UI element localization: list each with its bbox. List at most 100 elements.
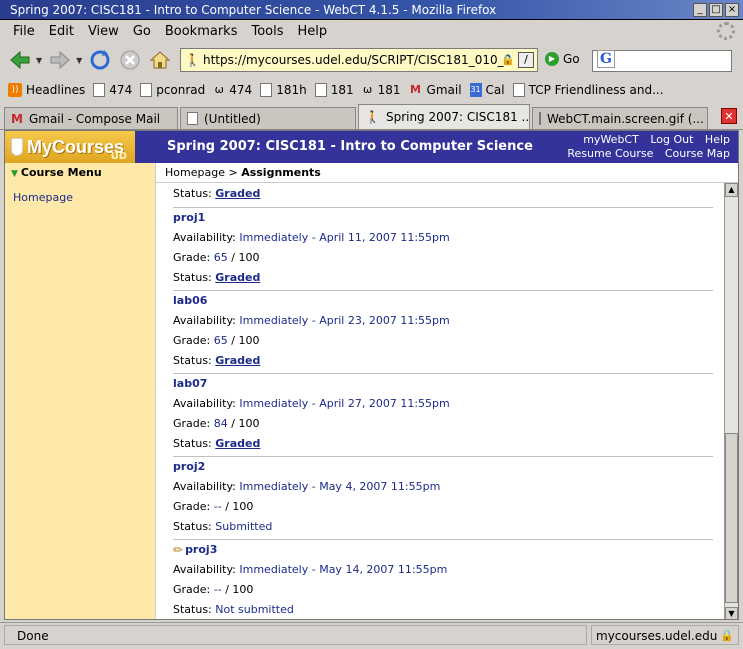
tab-gmail-compose[interactable]: M Gmail - Compose Mail	[4, 107, 178, 129]
menu-help[interactable]: Help	[291, 24, 335, 39]
menu-view[interactable]: View	[81, 24, 126, 39]
scroll-up-button[interactable]: ▲	[725, 183, 738, 197]
assignment-item: ✏ proj3 Availability: Immediately - May 1…	[173, 540, 713, 619]
tab-webct-screen-gif[interactable]: WebCT.main.screen.gif (...	[532, 107, 708, 129]
mycourses-logo[interactable]: MyCourses UD	[5, 131, 135, 163]
throbber-icon	[717, 22, 735, 40]
search-input[interactable]: G	[592, 50, 732, 72]
menu-bookmarks[interactable]: Bookmarks	[158, 24, 245, 39]
link-log-out[interactable]: Log Out	[650, 133, 693, 146]
link-resume-course[interactable]: Resume Course	[567, 147, 653, 160]
close-tab-button[interactable]: ✕	[721, 108, 737, 124]
minimize-button[interactable]: _	[693, 3, 707, 17]
back-history-dropdown[interactable]: ▼	[36, 56, 42, 65]
bookmark-474[interactable]: 474	[93, 83, 132, 97]
bookmark-tcp-friendliness[interactable]: TCP Friendliness and...	[512, 83, 664, 97]
breadcrumb: Homepage > Assignments	[165, 163, 321, 183]
forward-history-dropdown[interactable]: ▼	[76, 56, 82, 65]
forward-arrow-icon	[50, 50, 70, 70]
lock-icon: 🔒	[501, 53, 515, 66]
assignment-item: lab07 Availability: Immediately - April …	[173, 374, 713, 457]
link-help[interactable]: Help	[705, 133, 730, 146]
gmail-icon: M	[11, 111, 23, 126]
gmail-icon: M	[410, 83, 421, 96]
menu-go[interactable]: Go	[126, 24, 158, 39]
image-icon	[539, 112, 541, 125]
breadcrumb-homepage[interactable]: Homepage	[165, 166, 225, 179]
reload-button[interactable]	[86, 46, 114, 74]
assignment-item: proj2 Availability: Immediately - May 4,…	[173, 457, 713, 540]
stop-button[interactable]	[116, 46, 144, 74]
course-title: Spring 2007: CISC181 - Intro to Computer…	[167, 139, 533, 154]
page-icon	[93, 83, 106, 97]
url-text: https://mycourses.udel.edu/SCRIPT/CISC18…	[203, 53, 512, 67]
menu-file[interactable]: File	[6, 24, 42, 39]
bookmark-181[interactable]: 181	[314, 83, 354, 97]
calendar-icon: 31	[469, 83, 482, 97]
window-title: Spring 2007: CISC181 - Intro to Computer…	[10, 3, 497, 17]
close-window-button[interactable]: ×	[725, 3, 739, 17]
go-arrow-icon: ▶	[545, 52, 559, 66]
tab-untitled[interactable]: (Untitled)	[180, 107, 356, 129]
status-link[interactable]: Graded	[215, 271, 260, 284]
assignment-title[interactable]: lab07	[173, 374, 713, 394]
url-dropdown-button[interactable]: /	[518, 52, 534, 68]
back-button[interactable]	[6, 46, 34, 74]
maximize-button[interactable]: □	[709, 3, 723, 17]
status-link[interactable]: Graded	[215, 187, 260, 200]
site-icon: 🚶	[185, 53, 200, 67]
status-text: Submitted	[215, 520, 273, 533]
triangle-down-icon: ▼	[11, 169, 18, 179]
ud-shield-icon	[11, 138, 23, 156]
scroll-thumb[interactable]	[725, 433, 738, 603]
window-title-bar: Spring 2007: CISC181 - Intro to Computer…	[0, 0, 743, 20]
header-links: myWebCT Log Out Help Resume Course Cours…	[559, 133, 730, 161]
menu-bar: File Edit View Go Bookmarks Tools Help	[0, 20, 743, 42]
tab-cisc181[interactable]: 🚶 Spring 2007: CISC181 ...	[358, 104, 530, 129]
vertical-scrollbar[interactable]: ▲ ▼	[724, 183, 738, 619]
link-mywebct[interactable]: myWebCT	[583, 133, 639, 146]
assignment-item: lab06 Availability: Immediately - April …	[173, 291, 713, 374]
lock-icon[interactable]: 🔒	[720, 626, 734, 646]
assignment-partial: Status: Graded	[173, 183, 713, 208]
home-icon	[149, 51, 171, 69]
bookmark-pconrad[interactable]: pconrad	[140, 83, 205, 97]
url-bar[interactable]: 🚶 https://mycourses.udel.edu/SCRIPT/CISC…	[180, 48, 538, 72]
bookmark-474-webct[interactable]: ω 474	[213, 83, 253, 97]
status-link[interactable]: Graded	[215, 354, 260, 367]
bookmark-gmail[interactable]: M Gmail	[409, 83, 462, 97]
scroll-down-button[interactable]: ▼	[725, 607, 738, 619]
link-course-map[interactable]: Course Map	[665, 147, 730, 160]
bookmarks-toolbar: )) Headlines 474 pconrad ω 474 181h 181 ω1…	[0, 78, 743, 102]
menu-tools[interactable]: Tools	[244, 24, 290, 39]
status-bar: Done mycourses.udel.edu 🔒	[0, 622, 743, 646]
page-icon	[140, 83, 153, 97]
assignment-title[interactable]: proj2	[173, 457, 713, 477]
webct-icon: ω	[363, 83, 373, 96]
go-label: Go	[563, 52, 580, 66]
status-text: Not submitted	[215, 603, 294, 616]
assignment-item: proj1 Availability: Immediately - April …	[173, 208, 713, 291]
status-host: mycourses.udel.edu 🔒	[591, 624, 739, 646]
forward-button[interactable]	[46, 46, 74, 74]
bookmark-181-webct[interactable]: ω 181	[362, 83, 401, 97]
breadcrumb-bar: ▼ Course Menu Homepage > Assignments	[5, 163, 738, 183]
assignment-title[interactable]: proj1	[173, 208, 713, 228]
navigation-toolbar: ▼ ▼ 🚶 https://mycourses.udel.edu/SCRIPT/…	[0, 42, 743, 78]
go-button[interactable]: ▶ Go	[545, 52, 580, 66]
reload-icon	[90, 50, 110, 70]
assignment-title[interactable]: lab06	[173, 291, 713, 311]
bookmark-181h[interactable]: 181h	[260, 83, 307, 97]
status-link[interactable]: Graded	[215, 437, 260, 450]
sidebar-item-homepage[interactable]: Homepage	[13, 191, 73, 204]
menu-edit[interactable]: Edit	[42, 24, 81, 39]
page-icon	[512, 83, 525, 97]
assignment-title-row[interactable]: ✏ proj3	[173, 540, 713, 560]
stop-icon	[120, 50, 140, 70]
home-button[interactable]	[146, 46, 174, 74]
google-search-icon: G	[597, 50, 615, 68]
bookmark-headlines[interactable]: )) Headlines	[8, 83, 85, 97]
bookmark-cal[interactable]: 31 Cal	[469, 83, 505, 97]
tab-bar: M Gmail - Compose Mail (Untitled) 🚶 Spring…	[0, 104, 743, 130]
course-menu-toggle[interactable]: ▼ Course Menu	[5, 163, 156, 183]
